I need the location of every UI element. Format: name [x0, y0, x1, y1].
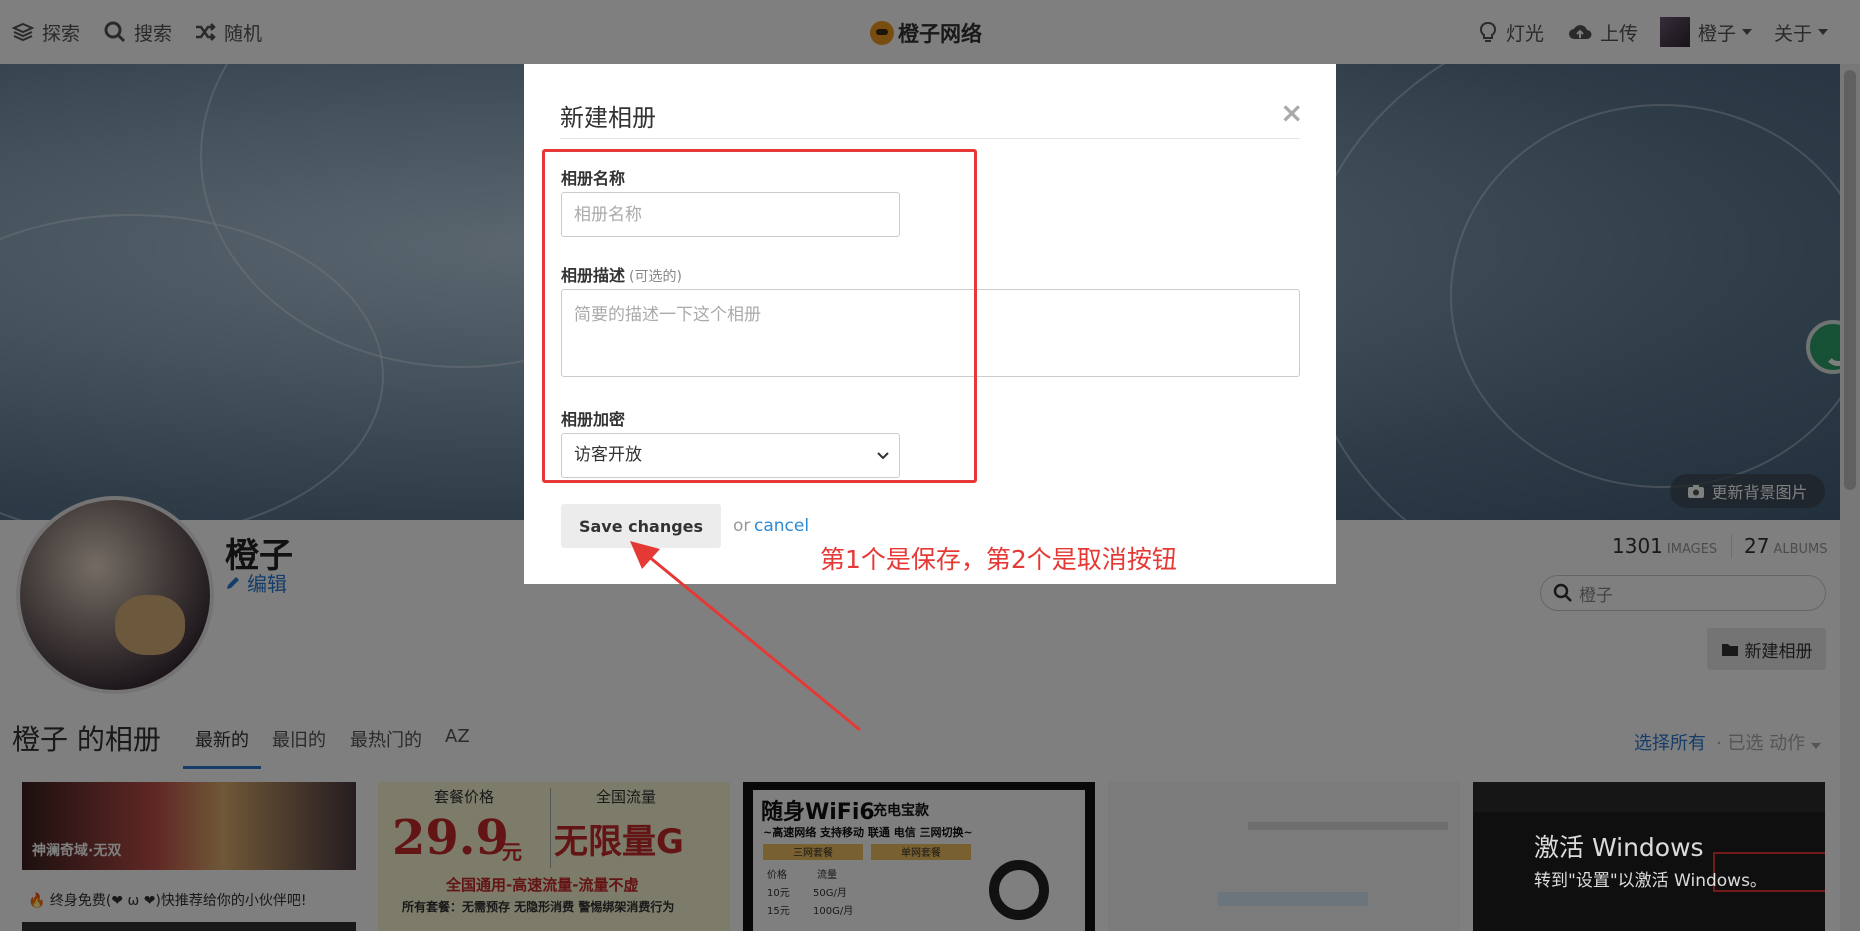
- or-separator: or: [733, 516, 751, 536]
- annotation-text: 第1个是保存，第2个是取消按钮: [820, 545, 1177, 574]
- close-icon[interactable]: ×: [1280, 96, 1303, 129]
- windows-activation-watermark: 激活 Windows 转到"设置"以激活 Windows。: [1534, 828, 1767, 891]
- watermark-line-2: 转到"设置"以激活 Windows。: [1534, 871, 1767, 891]
- dialog-title: 新建相册: [560, 104, 656, 132]
- dialog-divider: [560, 138, 1300, 139]
- watermark-line-1: 激活 Windows: [1534, 833, 1704, 862]
- annotation-highlight-box: [542, 149, 977, 483]
- cancel-link[interactable]: cancel: [754, 516, 809, 536]
